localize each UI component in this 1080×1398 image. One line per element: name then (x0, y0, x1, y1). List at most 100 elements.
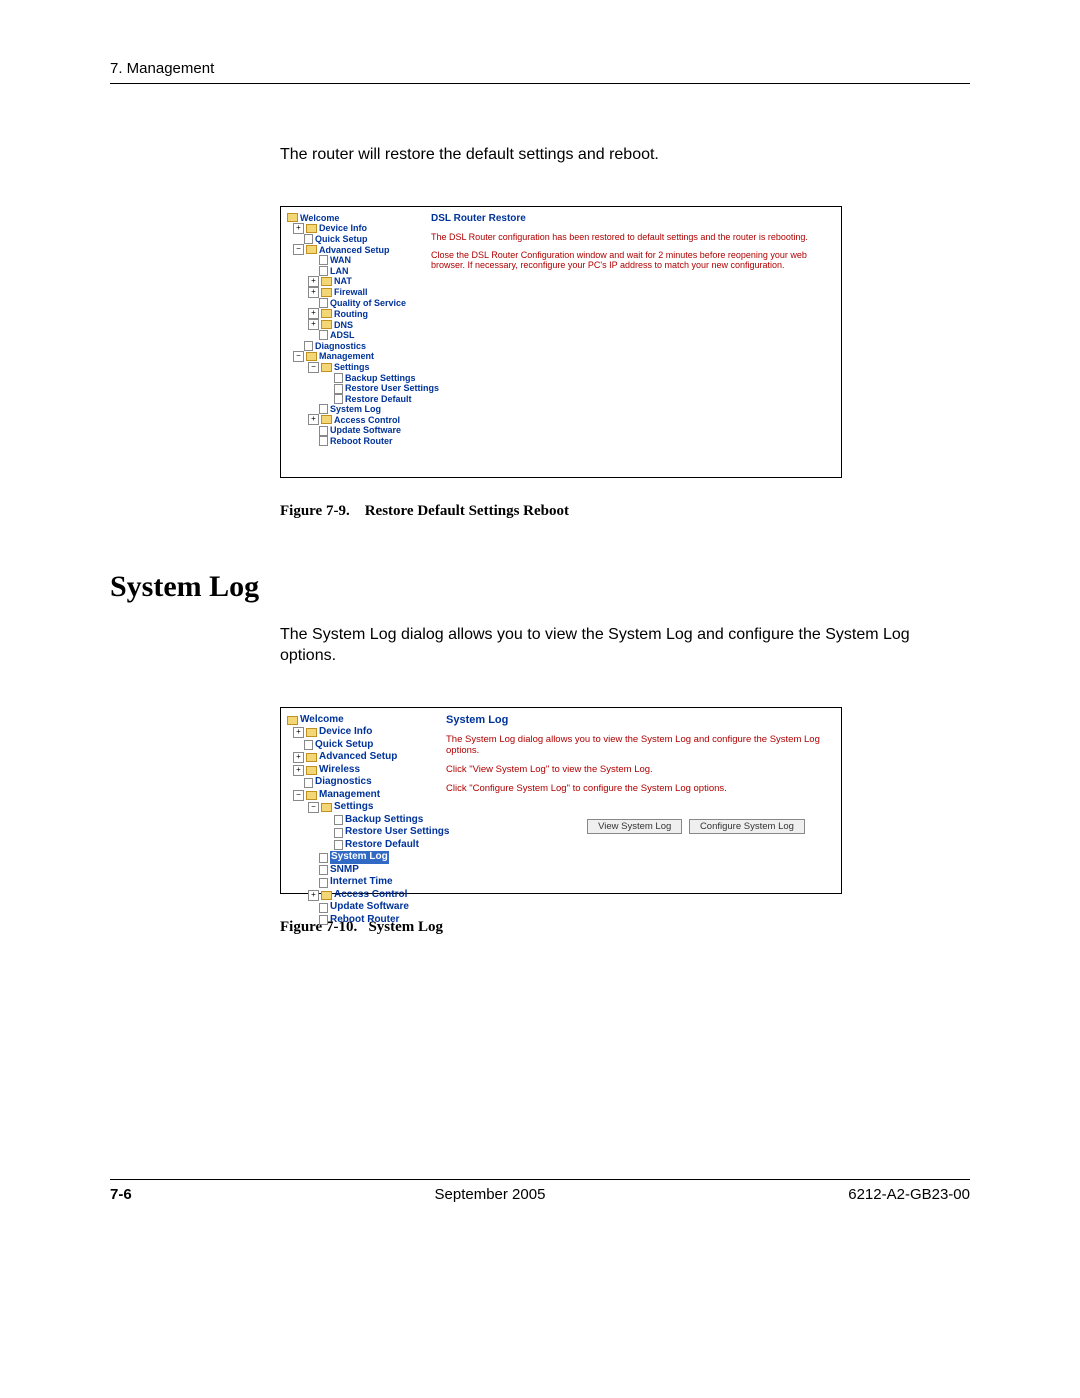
tree-restore-user[interactable]: Restore User Settings (345, 383, 439, 393)
page-icon (304, 778, 313, 788)
content-pane: DSL Router Restore The DSL Router config… (431, 213, 831, 278)
minus-icon[interactable]: − (293, 244, 304, 255)
page-icon (304, 234, 313, 244)
tree-advanced-setup[interactable]: Advanced Setup (319, 245, 390, 255)
tree-diagnostics[interactable]: Diagnostics (315, 341, 366, 351)
tree-diagnostics[interactable]: Diagnostics (315, 776, 372, 789)
tree-reboot-router[interactable]: Reboot Router (330, 914, 399, 927)
tree-system-log[interactable]: System Log (330, 404, 381, 414)
page-icon (319, 853, 328, 863)
page-icon (319, 903, 328, 913)
folder-icon (306, 224, 317, 233)
tree-restore-default[interactable]: Restore Default (345, 394, 412, 404)
tree-nat[interactable]: NAT (334, 276, 352, 286)
tree-management[interactable]: Management (319, 351, 374, 361)
footer-rule (110, 1179, 970, 1180)
page-icon (319, 878, 328, 888)
content-title: System Log (446, 714, 836, 726)
content-line-2: Close the DSL Router Configuration windo… (431, 250, 831, 270)
tree-access-control[interactable]: Access Control (334, 415, 400, 425)
tree-reboot-router[interactable]: Reboot Router (330, 436, 393, 446)
content-title: DSL Router Restore (431, 213, 831, 224)
plus-icon[interactable]: + (308, 308, 319, 319)
content-line-1: The System Log dialog allows you to view… (446, 734, 836, 756)
content-line-2: Click "View System Log" to view the Syst… (446, 764, 836, 775)
tree-restore-user[interactable]: Restore User Settings (345, 826, 449, 839)
tree-lan[interactable]: LAN (330, 266, 349, 276)
tree-quick-setup[interactable]: Quick Setup (315, 739, 373, 752)
minus-icon[interactable]: − (308, 802, 319, 813)
folder-icon (306, 766, 317, 775)
minus-icon[interactable]: − (308, 362, 319, 373)
tree-snmp[interactable]: SNMP (330, 864, 359, 877)
footer-page-number: 7-6 (110, 1186, 132, 1203)
plus-icon[interactable]: + (308, 319, 319, 330)
tree-internet-time[interactable]: Internet Time (330, 876, 393, 889)
tree-qos[interactable]: Quality of Service (330, 298, 406, 308)
folder-open-icon (287, 716, 298, 725)
tree-dns[interactable]: DNS (334, 320, 353, 330)
tree-welcome[interactable]: Welcome (300, 213, 339, 223)
tree-welcome[interactable]: Welcome (300, 714, 344, 727)
footer-doc-id: 6212-A2-GB23-00 (848, 1186, 970, 1203)
plus-icon[interactable]: + (293, 727, 304, 738)
tree-system-log-selected[interactable]: System Log (330, 851, 389, 864)
folder-open-icon (306, 352, 317, 361)
configure-system-log-button[interactable]: Configure System Log (689, 819, 805, 834)
intro-paragraph: The router will restore the default sett… (280, 144, 970, 166)
figure-7-10-screenshot: Welcome + Device Info Quick Setup + Advanc… (280, 707, 842, 894)
tree-adsl[interactable]: ADSL (330, 330, 355, 340)
tree-quick-setup[interactable]: Quick Setup (315, 234, 368, 244)
tree-update-software[interactable]: Update Software (330, 425, 401, 435)
tree-wan[interactable]: WAN (330, 255, 351, 265)
figure-7-9-screenshot: Welcome + Device Info Quick Setup − Advanc… (280, 206, 842, 478)
page-icon (319, 915, 328, 925)
content-line-3: Click "Configure System Log" to configur… (446, 783, 836, 794)
page-icon (319, 426, 328, 436)
minus-icon[interactable]: − (293, 790, 304, 801)
header-rule (110, 83, 970, 84)
page-icon (319, 266, 328, 276)
tree-management[interactable]: Management (319, 789, 380, 802)
section-heading-system-log: System Log (110, 570, 970, 604)
tree-routing[interactable]: Routing (334, 309, 368, 319)
page-footer: 7-6 September 2005 6212-A2-GB23-00 (110, 1171, 970, 1203)
view-system-log-button[interactable]: View System Log (587, 819, 682, 834)
plus-icon[interactable]: + (308, 287, 319, 298)
plus-icon[interactable]: + (308, 276, 319, 287)
page-icon (319, 404, 328, 414)
footer-date: September 2005 (435, 1186, 546, 1203)
minus-icon[interactable]: − (293, 351, 304, 362)
plus-icon[interactable]: + (293, 765, 304, 776)
tree-settings[interactable]: Settings (334, 801, 373, 814)
tree-device-info[interactable]: Device Info (319, 223, 367, 233)
plus-icon[interactable]: + (293, 752, 304, 763)
page-icon (319, 330, 328, 340)
tree-update-software[interactable]: Update Software (330, 901, 409, 914)
tree-wireless[interactable]: Wireless (319, 764, 360, 777)
folder-open-icon (321, 803, 332, 812)
page-icon (304, 341, 313, 351)
page-icon (319, 255, 328, 265)
folder-open-icon (306, 245, 317, 254)
tree-advanced-setup[interactable]: Advanced Setup (319, 751, 397, 764)
tree-restore-default[interactable]: Restore Default (345, 839, 419, 852)
tree-settings[interactable]: Settings (334, 362, 370, 372)
plus-icon[interactable]: + (293, 223, 304, 234)
page-icon (334, 828, 343, 838)
plus-icon[interactable]: + (308, 414, 319, 425)
folder-icon (321, 309, 332, 318)
tree-backup-settings[interactable]: Backup Settings (345, 373, 416, 383)
tree-access-control[interactable]: Access Control (334, 889, 407, 902)
page-icon (334, 373, 343, 383)
folder-icon (306, 753, 317, 762)
folder-icon (321, 277, 332, 286)
figure-7-9-caption: Figure 7-9. Restore Default Settings Reb… (280, 503, 970, 520)
tree-device-info[interactable]: Device Info (319, 726, 372, 739)
plus-icon[interactable]: + (308, 890, 319, 901)
tree-firewall[interactable]: Firewall (334, 287, 368, 297)
page-icon (334, 394, 343, 404)
tree-backup-settings[interactable]: Backup Settings (345, 814, 423, 827)
content-line-1: The DSL Router configuration has been re… (431, 232, 831, 242)
page-icon (334, 815, 343, 825)
